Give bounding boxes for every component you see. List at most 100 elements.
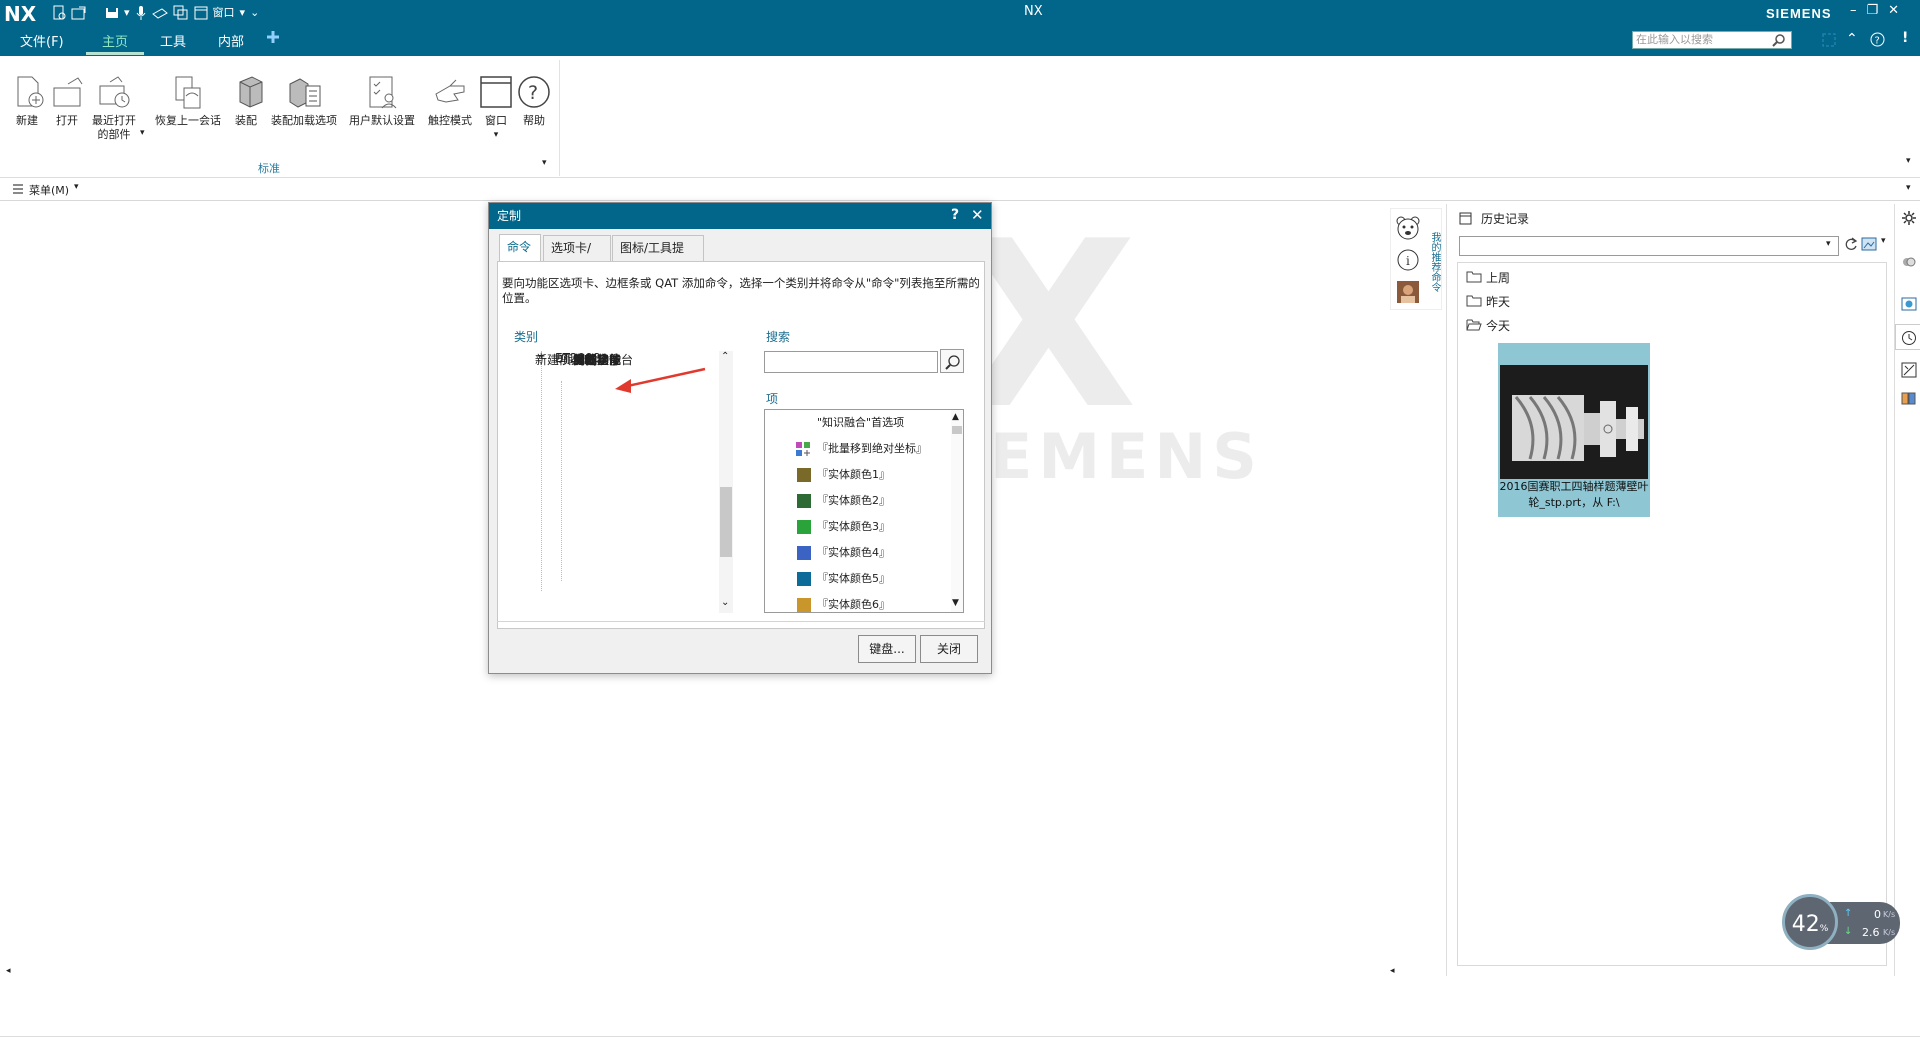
menu-file[interactable]: 文件(F): [20, 31, 64, 50]
scrollbar-thumb[interactable]: [952, 426, 962, 434]
history-filter-dropdown[interactable]: ▾: [1459, 236, 1839, 256]
search-icon[interactable]: [1772, 33, 1786, 47]
touch-mode-button[interactable]: 触控模式: [424, 74, 476, 128]
window-button[interactable]: 窗口 ▾: [478, 74, 514, 142]
restore-icon[interactable]: ❐: [1867, 3, 1879, 18]
gear-icon[interactable]: [1901, 210, 1917, 226]
menu-button[interactable]: 菜单(M): [29, 182, 69, 198]
ribbon-options-icon[interactable]: ▾: [1906, 156, 1911, 166]
list-item[interactable]: 『实体颜色4』: [765, 540, 951, 566]
user-defaults-button[interactable]: 用户默认设置: [348, 74, 416, 128]
search-button[interactable]: [940, 349, 964, 373]
list-item[interactable]: "知识融合"首选项: [765, 410, 951, 436]
memory-percent: 42%: [1782, 894, 1838, 950]
list-item[interactable]: 『实体颜色2』: [765, 488, 951, 514]
recommended-commands-label[interactable]: 我的推荐命令: [1428, 232, 1442, 292]
open-doc-icon[interactable]: [71, 5, 87, 21]
chevron-down-icon[interactable]: ▾: [240, 5, 246, 21]
history-tab-active[interactable]: [1895, 324, 1920, 350]
bear-mascot-icon[interactable]: [1395, 215, 1421, 241]
view-mode-icon[interactable]: [1861, 236, 1879, 252]
assembly-load-options-button[interactable]: 装配加载选项: [270, 74, 338, 128]
refresh-icon[interactable]: [1843, 236, 1859, 252]
dialog-close-icon[interactable]: ✕: [971, 206, 984, 224]
minimize-icon[interactable]: –: [1850, 3, 1857, 18]
new-button[interactable]: 新建: [10, 74, 44, 128]
scroll-down-icon[interactable]: ▼: [952, 598, 959, 608]
list-item-label: 『实体颜色3』: [817, 520, 890, 533]
thumbnail-caption: 2016国赛职工四轴样题薄壁叶轮_stp.prt，从 F:\: [1499, 480, 1649, 509]
list-item[interactable]: 『实体颜色3』: [765, 514, 951, 540]
color-swatch-icon: [797, 494, 811, 508]
history-part-thumbnail[interactable]: 2016国赛职工四轴样题薄壁叶轮_stp.prt，从 F:\: [1498, 343, 1650, 517]
microphone-icon[interactable]: [135, 5, 147, 21]
qat-customize-icon[interactable]: ⌄: [250, 5, 259, 21]
command-search-input[interactable]: 在此输入以搜索: [1632, 31, 1792, 49]
chevron-down-icon[interactable]: ▾: [1826, 239, 1831, 249]
web-browser-icon[interactable]: [1901, 296, 1917, 312]
tab-tools[interactable]: 工具: [160, 31, 186, 50]
memory-percent-unit: %: [1819, 924, 1829, 934]
list-item[interactable]: 『实体颜色6』: [765, 592, 951, 612]
list-item[interactable]: 『实体颜色1』: [765, 462, 951, 488]
tab-commands[interactable]: 命令: [499, 234, 541, 262]
scrollbar-thumb[interactable]: [720, 487, 732, 557]
assembly-button[interactable]: 装配: [232, 74, 263, 128]
chevron-down-icon[interactable]: ▾: [542, 158, 547, 168]
chevron-down-icon[interactable]: ▾: [140, 126, 145, 140]
chevron-down-icon[interactable]: ▾: [124, 5, 130, 21]
close-button[interactable]: 关闭: [920, 635, 978, 663]
list-item[interactable]: 『实体颜色5』: [765, 566, 951, 592]
scroll-left-icon[interactable]: ◂: [6, 966, 11, 976]
open-button[interactable]: 打开: [50, 74, 84, 128]
help-icon[interactable]: ?: [1870, 32, 1885, 47]
new-file-icon: [10, 74, 46, 110]
collapse-ribbon-icon[interactable]: ⌃: [1846, 31, 1858, 47]
chevron-down-icon[interactable]: ▾: [1881, 236, 1886, 246]
scroll-down-icon[interactable]: ⌄: [721, 597, 729, 608]
items-list[interactable]: "知识融合"首选项 『批量移到绝对坐标』 『实体颜色1』 『实体颜色2』 『实体…: [764, 409, 964, 613]
recent-parts-button[interactable]: 最近打开 的部件 ▾: [90, 74, 145, 142]
move-to-absolute-icon: [795, 441, 811, 457]
roles-icon[interactable]: [1901, 390, 1917, 406]
command-search-field[interactable]: [764, 351, 938, 373]
chevron-down-icon[interactable]: ▾: [478, 128, 514, 142]
tab-internal[interactable]: 内部: [218, 31, 244, 50]
scroll-left-icon[interactable]: ◂: [1390, 966, 1395, 976]
add-tab-icon[interactable]: [266, 30, 280, 44]
part-preview-image: [1500, 365, 1648, 479]
alert-icon[interactable]: !: [1902, 30, 1908, 46]
assembly-navigator-icon[interactable]: [1901, 254, 1917, 270]
chevron-down-icon[interactable]: ▾: [74, 182, 79, 192]
dialog-help-icon[interactable]: ?: [951, 207, 959, 223]
touch-mode-icon[interactable]: [151, 6, 168, 20]
role-tools-icon[interactable]: [1901, 362, 1917, 378]
menu-hamburger-icon[interactable]: [12, 183, 24, 195]
items-scrollbar[interactable]: ▲ ▼: [951, 410, 963, 612]
network-speed-widget[interactable]: ↑ 0 K/s ↓ 2.6 K/s 42%: [1782, 894, 1900, 950]
recent-parts-icon: [96, 74, 132, 110]
info-icon[interactable]: i: [1397, 249, 1419, 271]
keyboard-button[interactable]: 键盘...: [858, 635, 916, 663]
tab-icons-tooltips[interactable]: 图标/工具提示: [612, 235, 704, 279]
category-scrollbar[interactable]: ⌃ ⌄: [719, 351, 733, 613]
avatar[interactable]: [1397, 281, 1419, 303]
qat-window-label[interactable]: 窗口: [213, 5, 235, 21]
list-item[interactable]: 『批量移到绝对坐标』: [765, 436, 951, 462]
fullscreen-icon[interactable]: [1822, 33, 1836, 47]
tab-home[interactable]: 主页: [102, 31, 128, 50]
list-item-label: 『实体颜色5』: [817, 572, 890, 585]
window-switch-icon[interactable]: [173, 5, 189, 21]
window-title: NX: [1024, 4, 1043, 19]
save-icon[interactable]: [105, 6, 119, 20]
restore-session-button[interactable]: 恢复上一会话: [152, 74, 224, 128]
close-icon[interactable]: ✕: [1888, 3, 1899, 18]
help-button[interactable]: ? 帮助: [516, 74, 552, 128]
scroll-up-icon[interactable]: ⌃: [721, 351, 729, 362]
scroll-up-icon[interactable]: ▲: [952, 412, 959, 422]
tab-ribbon-tabs[interactable]: 选项卡/条: [543, 235, 611, 279]
history-panel: 历史记录 ▾ ▾ 上周 昨天 今天 2016国赛职工四轴样题薄壁叶轮_stp.p…: [1446, 204, 1894, 976]
border-bar-options-icon[interactable]: ▾: [1906, 183, 1911, 193]
window-icon[interactable]: [194, 6, 208, 20]
new-doc-icon[interactable]: [52, 5, 66, 21]
